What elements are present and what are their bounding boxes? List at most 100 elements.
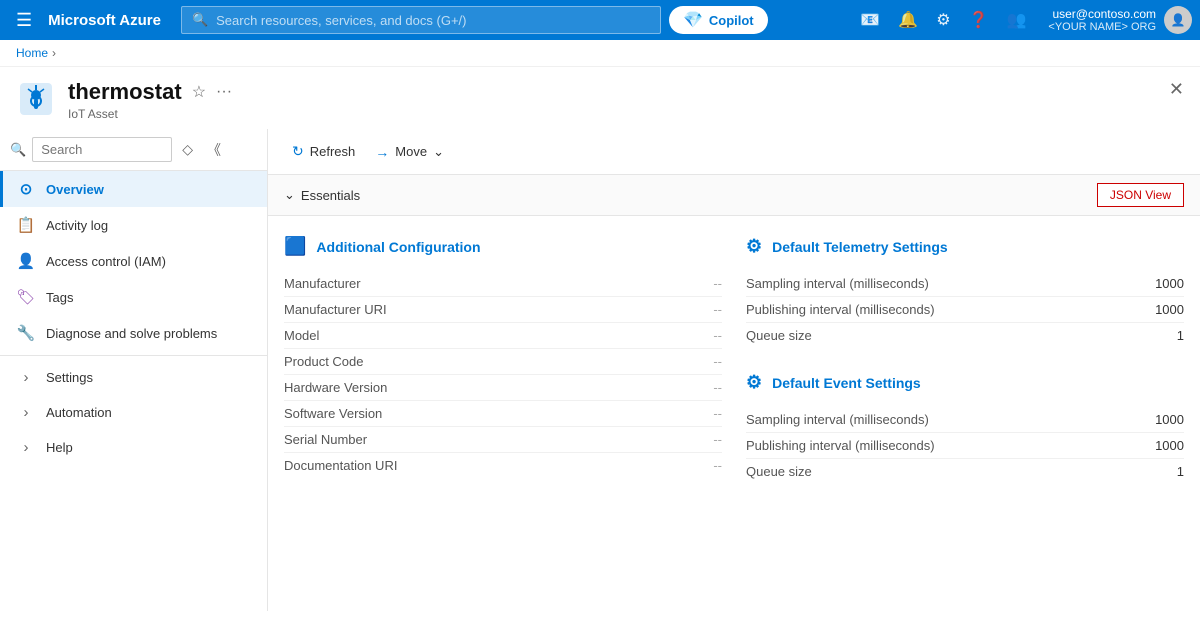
copilot-gem-icon: 💎: [683, 10, 703, 30]
main-layout: 🔍 ◇ 《 ⊙ Overview 📋 Activity log 👤 Access…: [0, 129, 1200, 611]
essentials-bar: ⌄ Essentials JSON View: [268, 175, 1200, 216]
access-control-icon: 👤: [16, 252, 36, 270]
sidebar: 🔍 ◇ 《 ⊙ Overview 📋 Activity log 👤 Access…: [0, 129, 268, 611]
table-row: Documentation URI --: [284, 453, 722, 478]
pin-icon[interactable]: ◇: [178, 139, 197, 160]
user-info[interactable]: user@contoso.com <YOUR NAME> ORG 👤: [1048, 6, 1192, 34]
sidebar-item-tags[interactable]: 🏷 Tags: [0, 279, 267, 315]
sidebar-label-diagnose: Diagnose and solve problems: [46, 326, 217, 341]
additional-config-section: 🟦 Additional Configuration Manufacturer …: [284, 236, 722, 484]
sidebar-search-icon: 🔍: [10, 142, 26, 158]
right-column: ⚙ Default Telemetry Settings Sampling in…: [746, 236, 1184, 484]
automation-expand-icon: ›: [16, 404, 36, 421]
event-settings-title: Default Event Settings: [772, 375, 921, 391]
settings-expand-icon: ›: [16, 369, 36, 386]
help-icon[interactable]: ❓: [963, 6, 995, 34]
telemetry-settings-title: Default Telemetry Settings: [772, 239, 948, 255]
sidebar-item-overview[interactable]: ⊙ Overview: [0, 171, 267, 207]
search-icon: 🔍: [192, 12, 208, 28]
overview-icon: ⊙: [16, 180, 36, 198]
telemetry-settings-header: ⚙ Default Telemetry Settings: [746, 236, 1184, 257]
help-expand-icon: ›: [16, 439, 36, 456]
table-row: Sampling interval (milliseconds) 1000: [746, 271, 1184, 297]
refresh-icon: ↻: [292, 143, 304, 160]
copilot-button[interactable]: 💎 Copilot: [669, 6, 768, 34]
close-button[interactable]: ✕: [1169, 79, 1184, 100]
table-row: Publishing interval (milliseconds) 1000: [746, 297, 1184, 323]
json-view-button[interactable]: JSON View: [1097, 183, 1184, 207]
sidebar-label-tags: Tags: [46, 290, 73, 305]
table-row: Model --: [284, 323, 722, 349]
sidebar-item-access-control[interactable]: 👤 Access control (IAM): [0, 243, 267, 279]
activity-log-icon: 📋: [16, 216, 36, 234]
table-row: Serial Number --: [284, 427, 722, 453]
top-navigation: ☰ Microsoft Azure 🔍 💎 Copilot 📧 🔔 ⚙ ❓ 👥 …: [0, 0, 1200, 40]
diagnose-icon: 🔧: [16, 324, 36, 342]
sidebar-label-activity-log: Activity log: [46, 218, 108, 233]
essentials-chevron-icon: ⌄: [284, 187, 295, 203]
move-chevron-icon: ⌄: [433, 144, 444, 160]
event-settings-section: ⚙ Default Event Settings Sampling interv…: [746, 372, 1184, 484]
sidebar-item-automation[interactable]: › Automation: [0, 395, 267, 430]
resource-header: thermostat ☆ ··· IoT Asset ✕: [0, 67, 1200, 129]
table-row: Manufacturer URI --: [284, 297, 722, 323]
user-email: user@contoso.com: [1048, 7, 1156, 21]
additional-config-header: 🟦 Additional Configuration: [284, 236, 722, 257]
table-row: Software Version --: [284, 401, 722, 427]
sidebar-item-activity-log[interactable]: 📋 Activity log: [0, 207, 267, 243]
sidebar-label-help: Help: [46, 440, 73, 455]
sidebar-label-overview: Overview: [46, 182, 104, 197]
more-options-icon[interactable]: ···: [216, 83, 232, 101]
move-button[interactable]: → Move ⌄: [367, 140, 452, 164]
event-gear-icon: ⚙: [746, 372, 762, 393]
table-row: Sampling interval (milliseconds) 1000: [746, 407, 1184, 433]
collapse-sidebar-icon[interactable]: 《: [203, 138, 225, 162]
sidebar-search-input[interactable]: [32, 137, 172, 162]
sidebar-label-access-control: Access control (IAM): [46, 254, 166, 269]
event-settings-header: ⚙ Default Event Settings: [746, 372, 1184, 393]
user-org: <YOUR NAME> ORG: [1048, 21, 1156, 33]
table-row: Queue size 1: [746, 323, 1184, 348]
table-row: Publishing interval (milliseconds) 1000: [746, 433, 1184, 459]
hamburger-menu[interactable]: ☰: [8, 6, 40, 35]
resource-subtitle: IoT Asset: [68, 107, 1184, 121]
content-toolbar: ↻ Refresh → Move ⌄: [268, 129, 1200, 175]
breadcrumb-separator: ›: [52, 46, 56, 60]
nav-separator-1: [0, 355, 267, 356]
tags-icon: 🏷: [16, 288, 36, 306]
table-row: Product Code --: [284, 349, 722, 375]
table-row: Hardware Version --: [284, 375, 722, 401]
azure-brand: Microsoft Azure: [48, 12, 161, 29]
breadcrumb: Home ›: [0, 40, 1200, 67]
additional-config-rows: Manufacturer -- Manufacturer URI -- Mode…: [284, 271, 722, 478]
global-search-bar[interactable]: 🔍: [181, 6, 661, 34]
favorite-icon[interactable]: ☆: [192, 82, 206, 102]
settings-icon[interactable]: ⚙: [930, 6, 956, 34]
telemetry-gear-icon: ⚙: [746, 236, 762, 257]
essentials-label-area: ⌄ Essentials: [284, 187, 360, 203]
sidebar-item-help[interactable]: › Help: [0, 430, 267, 465]
sidebar-item-diagnose[interactable]: 🔧 Diagnose and solve problems: [0, 315, 267, 351]
additional-config-title: Additional Configuration: [316, 239, 480, 255]
nav-icon-group: 📧 🔔 ⚙ ❓ 👥: [854, 6, 1032, 34]
sidebar-label-automation: Automation: [46, 405, 112, 420]
portal-menu-icon[interactable]: 📧: [854, 6, 886, 34]
global-search-input[interactable]: [216, 13, 650, 28]
notifications-icon[interactable]: 🔔: [892, 6, 924, 34]
refresh-button[interactable]: ↻ Refresh: [284, 139, 363, 164]
telemetry-settings-section: ⚙ Default Telemetry Settings Sampling in…: [746, 236, 1184, 348]
resource-icon: [16, 79, 56, 119]
sidebar-label-settings: Settings: [46, 370, 93, 385]
essentials-label: Essentials: [301, 188, 360, 203]
resource-title-area: thermostat ☆ ··· IoT Asset: [68, 79, 1184, 121]
feedback-icon[interactable]: 👥: [1001, 6, 1033, 34]
avatar[interactable]: 👤: [1164, 6, 1192, 34]
move-icon: →: [375, 144, 389, 160]
main-content: ↻ Refresh → Move ⌄ ⌄ Essentials JSON Vie…: [268, 129, 1200, 611]
event-rows: Sampling interval (milliseconds) 1000 Pu…: [746, 407, 1184, 484]
detail-content: 🟦 Additional Configuration Manufacturer …: [268, 216, 1200, 504]
sidebar-item-settings[interactable]: › Settings: [0, 360, 267, 395]
telemetry-rows: Sampling interval (milliseconds) 1000 Pu…: [746, 271, 1184, 348]
move-label: Move: [395, 144, 427, 159]
breadcrumb-home[interactable]: Home: [16, 46, 48, 60]
